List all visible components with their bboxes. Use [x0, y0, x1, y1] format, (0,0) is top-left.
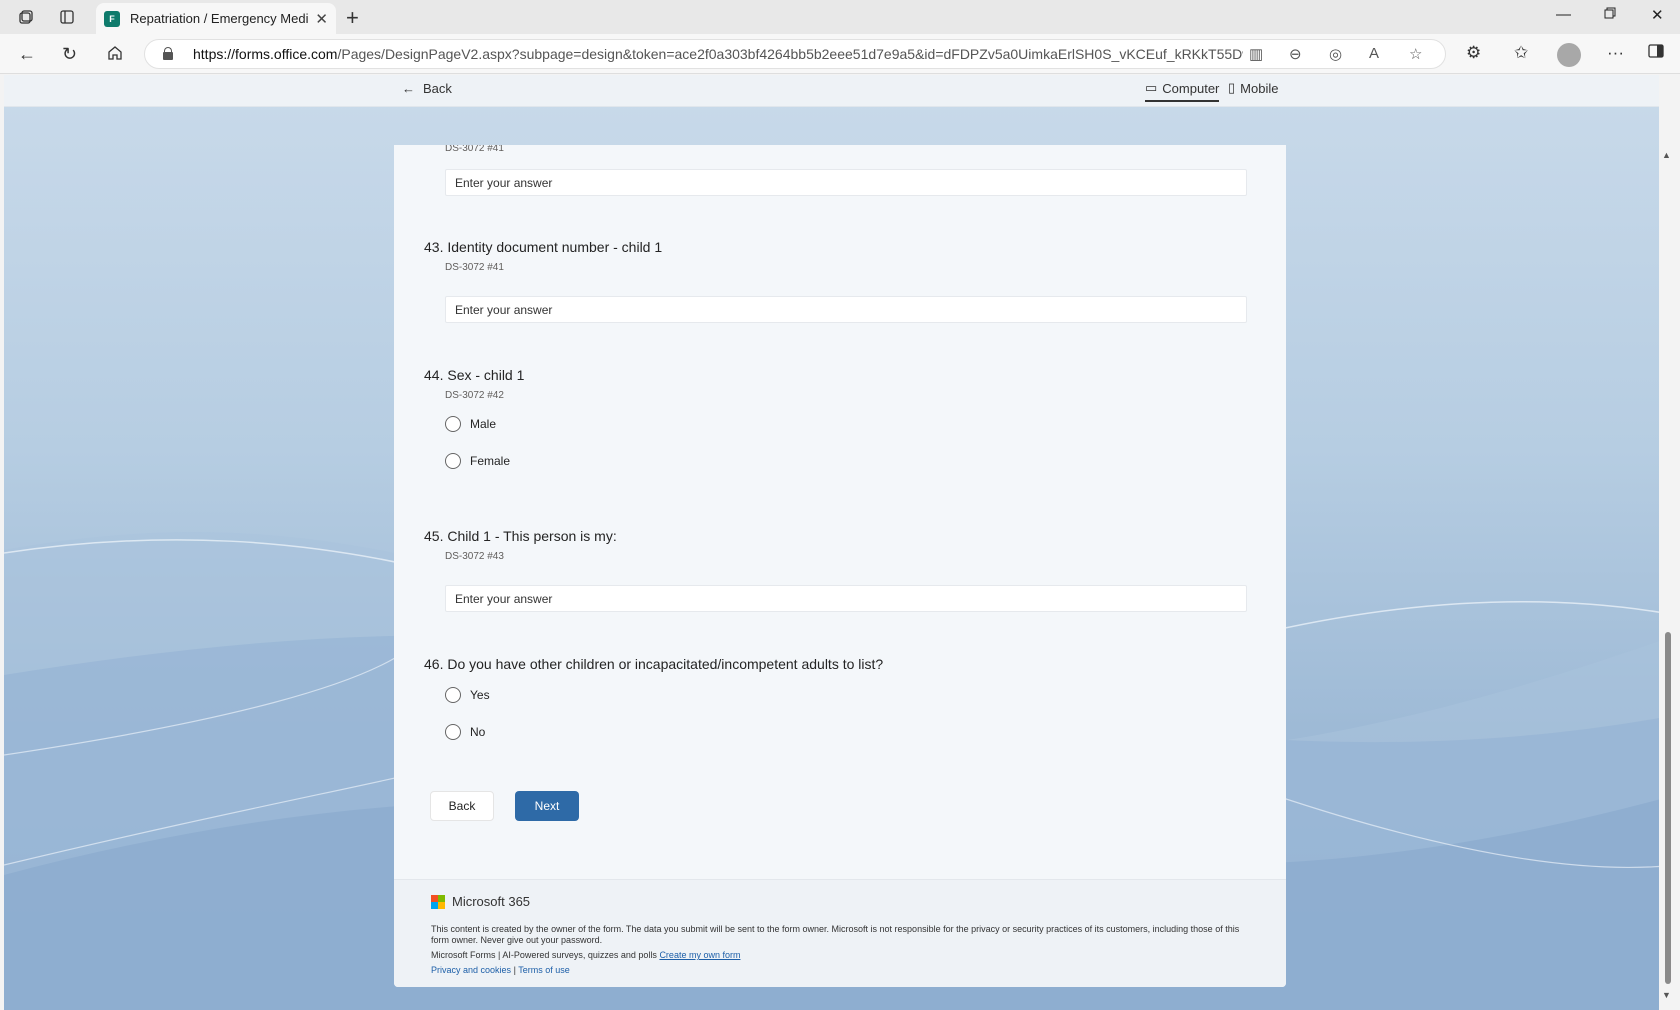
answer-input[interactable]: Enter your answer — [445, 296, 1247, 323]
footer-links: Privacy and cookies | Terms of use — [431, 965, 570, 976]
tab-mobile[interactable]: ▯ Mobile — [1228, 80, 1278, 100]
active-tab[interactable]: F Repatriation / Emergency Medical ✕ — [96, 3, 336, 34]
workspaces-icon[interactable] — [16, 7, 36, 27]
scroll-down-icon[interactable]: ▼ — [1662, 990, 1671, 1000]
tab-title: Repatriation / Emergency Medical — [130, 11, 310, 26]
radio-label: No — [470, 725, 486, 739]
question-ref: DS-3072 #43 — [445, 551, 504, 562]
powered-by-text: Microsoft Forms | AI-Powered surveys, qu… — [431, 950, 741, 960]
question-ref: DS-3072 #41 — [445, 145, 504, 154]
arrow-left-icon: ← — [402, 81, 415, 96]
disclaimer-text: This content is created by the owner of … — [431, 924, 1240, 945]
question-title: 46. Do you have other children or incapa… — [424, 656, 884, 672]
monitor-icon: ▭ — [1145, 80, 1158, 95]
favorites-icon[interactable]: ✩ — [1514, 43, 1528, 63]
radio-label: Male — [470, 417, 497, 431]
browser-address-bar: ← ↻ https://forms.office.com/Pages/Desig… — [0, 34, 1680, 74]
preview-back-label: Back — [423, 81, 452, 96]
form-preview-topbar: ← Back ▭ Computer ▯ Mobile — [4, 75, 1676, 107]
tab-actions-icon[interactable] — [57, 7, 77, 27]
profile-icon[interactable] — [1557, 43, 1581, 67]
radio-option-male[interactable]: Male — [445, 416, 496, 432]
favorite-icon[interactable]: ☆ — [1409, 45, 1422, 63]
zoom-icon[interactable]: ⊖ — [1289, 45, 1302, 63]
answer-input[interactable]: Enter your answer — [445, 169, 1247, 196]
forms-favicon-icon: F — [104, 10, 120, 27]
question-title: 45. Child 1 - This person is my: — [424, 528, 617, 544]
new-tab-icon[interactable]: + — [346, 5, 359, 31]
close-icon[interactable]: ✕ — [1651, 6, 1664, 24]
answer-input[interactable]: Enter your answer — [445, 585, 1247, 612]
radio-label: Yes — [470, 688, 490, 702]
radio-circle-icon[interactable] — [445, 724, 461, 740]
question-title: 44. Sex - child 1 — [424, 367, 525, 383]
restore-icon[interactable] — [1604, 6, 1616, 23]
radio-option-no[interactable]: No — [445, 724, 485, 740]
read-aloud-icon[interactable]: A — [1369, 45, 1379, 62]
question-title: 43. Identity document number - child 1 — [424, 239, 663, 255]
tracking-icon[interactable]: ◎ — [1329, 45, 1342, 63]
brand-name: Microsoft 365 — [452, 894, 531, 909]
radio-label: Female — [470, 454, 511, 468]
tab-mobile-label: Mobile — [1240, 80, 1279, 96]
tab-close-icon[interactable]: ✕ — [315, 10, 328, 28]
next-button[interactable]: Next — [515, 791, 579, 821]
browser-tab-bar: F Repatriation / Emergency Medical ✕ + —… — [0, 0, 1680, 34]
terms-link[interactable]: Terms of use — [518, 965, 570, 975]
phone-icon: ▯ — [1228, 80, 1236, 95]
radio-option-yes[interactable]: Yes — [445, 687, 490, 703]
microsoft-logo-icon — [431, 895, 445, 909]
preview-back-link[interactable]: ← Back — [402, 81, 452, 96]
url-input[interactable]: https://forms.office.com/Pages/DesignPag… — [144, 39, 1446, 69]
privacy-link[interactable]: Privacy and cookies — [431, 965, 511, 975]
extensions-icon[interactable]: ⚙ — [1466, 43, 1481, 63]
scroll-up-icon[interactable]: ▲ — [1662, 150, 1671, 160]
url-text: https://forms.office.com/Pages/DesignPag… — [193, 46, 1243, 62]
question-ref: DS-3072 #41 — [445, 262, 504, 273]
radio-circle-icon[interactable] — [445, 453, 461, 469]
home-icon[interactable] — [106, 44, 124, 66]
back-button[interactable]: Back — [430, 791, 494, 821]
link-separator: | — [513, 965, 516, 975]
radio-option-female[interactable]: Female — [445, 453, 510, 469]
sidebar-icon[interactable] — [1648, 43, 1664, 64]
scrollbar-thumb[interactable] — [1665, 632, 1671, 984]
minimize-icon[interactable]: — — [1556, 6, 1571, 23]
create-form-link[interactable]: Create my own form — [659, 950, 740, 960]
lock-icon[interactable] — [163, 47, 173, 60]
form-footer: Microsoft 365 This content is created by… — [394, 879, 1286, 987]
back-icon[interactable]: ← — [18, 44, 36, 64]
tab-computer[interactable]: ▭ Computer — [1145, 80, 1220, 102]
radio-circle-icon[interactable] — [445, 416, 461, 432]
tab-computer-label: Computer — [1162, 80, 1220, 96]
question-ref: DS-3072 #42 — [445, 390, 504, 401]
radio-circle-icon[interactable] — [445, 687, 461, 703]
more-icon[interactable]: ··· — [1607, 43, 1624, 63]
page-viewport: ← Back ▭ Computer ▯ Mobile DS-3072 #41 E… — [4, 75, 1676, 1010]
form-card: DS-3072 #41 Enter your answer 43. Identi… — [394, 145, 1286, 987]
refresh-icon[interactable]: ↻ — [62, 44, 77, 64]
immersive-reader-icon[interactable]: ▥ — [1249, 45, 1263, 63]
